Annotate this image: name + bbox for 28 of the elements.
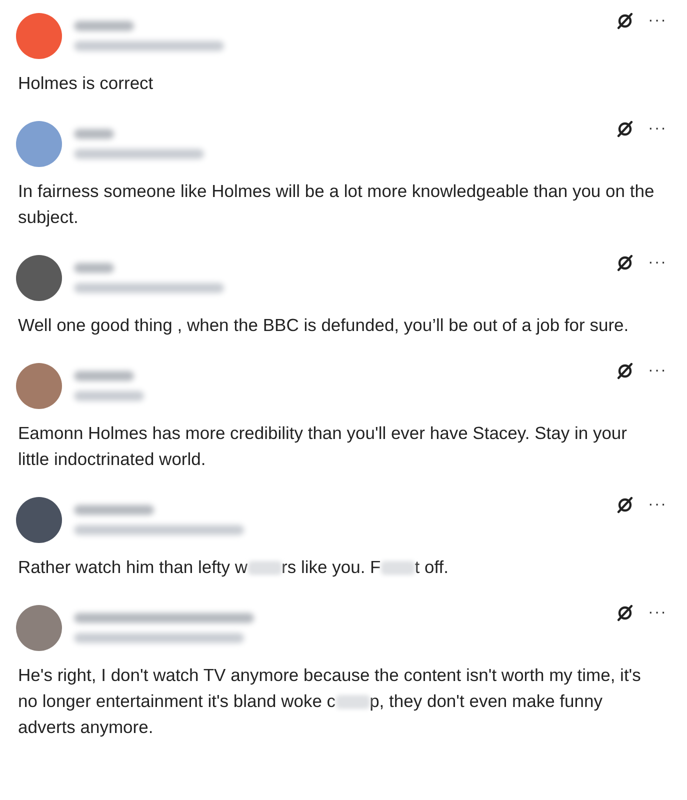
more-button[interactable]: ···	[648, 496, 667, 514]
reply-text: Eamonn Holmes has more credibility than you'll ever have Stacey. Stay in your little indoctrinated world.	[17, 422, 628, 471]
blurred-handle	[74, 391, 144, 401]
avatar[interactable]	[16, 363, 62, 409]
reply-text: He's right, I don't watch TV anymore because the content isn't worth my time, it's no longer entertainment it's bland woke c p, they don't even make funny adverts anymore.	[17, 664, 642, 739]
more-button[interactable]: ···	[648, 254, 667, 272]
mute-icon[interactable]	[616, 362, 634, 380]
reply-text: Rather watch him than lefty w rs like you. F t off.	[17, 556, 450, 579]
blurred-name	[74, 371, 134, 381]
reply-text: Holmes is correct	[17, 72, 154, 95]
avatar[interactable]	[16, 13, 62, 59]
more-button[interactable]: ···	[648, 12, 667, 30]
avatar[interactable]	[16, 605, 62, 651]
mute-icon[interactable]	[616, 604, 634, 622]
mute-icon[interactable]	[616, 120, 634, 138]
blurred-name	[74, 129, 114, 139]
more-button[interactable]: ···	[648, 120, 667, 138]
reply-text: In fairness someone like Holmes will be a lot more knowledgeable than you on the subject.	[17, 180, 656, 229]
reply-text: Well one good thing , when the BBC is defunded, you’ll be out of a job for sure.	[17, 314, 630, 337]
more-button[interactable]: ···	[648, 362, 667, 380]
blurred-name	[74, 21, 134, 31]
blurred-name	[74, 263, 114, 273]
more-button[interactable]: ···	[648, 604, 667, 622]
mute-icon[interactable]	[616, 12, 634, 30]
mute-icon[interactable]	[616, 496, 634, 514]
avatar[interactable]	[16, 255, 62, 301]
mute-icon[interactable]	[616, 254, 634, 272]
avatar[interactable]	[16, 497, 62, 543]
